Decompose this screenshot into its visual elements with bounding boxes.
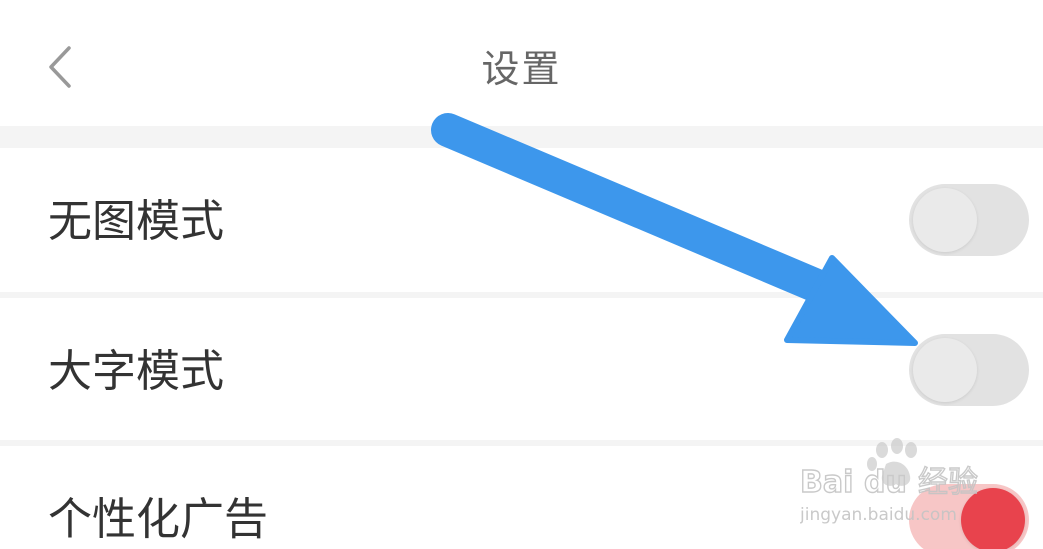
personalized-ads-toggle[interactable]: [909, 484, 1029, 549]
toggle-knob: [913, 188, 977, 252]
settings-row-large-font-mode[interactable]: 大字模式: [0, 298, 1043, 440]
nav-bar: 设置: [0, 0, 1043, 126]
settings-row-no-image-mode[interactable]: 无图模式: [0, 148, 1043, 292]
toggle-knob: [913, 338, 977, 402]
large-font-mode-toggle[interactable]: [909, 334, 1029, 406]
settings-row-label: 个性化广告: [48, 494, 268, 545]
toggle-knob: [961, 488, 1025, 549]
no-image-mode-toggle[interactable]: [909, 184, 1029, 256]
settings-row-label: 大字模式: [48, 346, 224, 397]
settings-row-personalized-ads[interactable]: 个性化广告: [0, 446, 1043, 549]
settings-screen: 设置 无图模式 大字模式 个性化广告 Bai du 经验 jingyan.bai…: [0, 0, 1043, 549]
section-divider: [0, 126, 1043, 148]
page-title: 设置: [481, 47, 562, 91]
settings-row-label: 无图模式: [48, 196, 224, 247]
